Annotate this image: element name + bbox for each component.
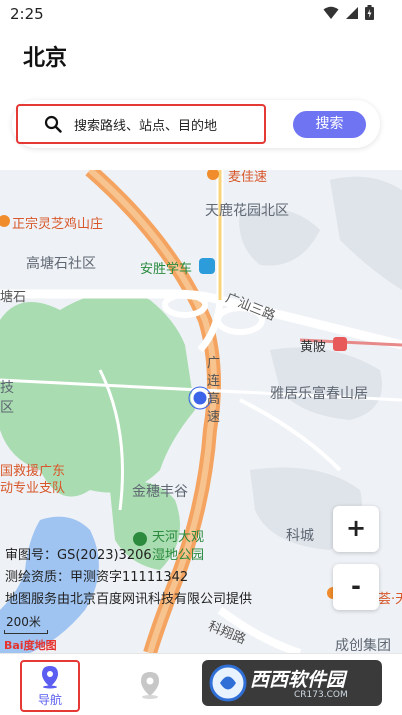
map-label-community: 高塘石社区 [26, 256, 96, 272]
zoom-in-button[interactable]: + [333, 506, 379, 552]
baidu-logo: Bai度地图 [4, 639, 57, 652]
watermark-text: 西西软件园 [250, 669, 346, 691]
page-title: 北京 [23, 46, 68, 71]
map-label-top-poi: 麦佳速 [228, 170, 268, 185]
map-label-edge-ji: 技 [0, 380, 14, 396]
review-number: 审图号：GS(2023)3206 [5, 548, 152, 563]
watermark-url: CR173.COM [294, 690, 348, 700]
scale-bar [4, 630, 48, 634]
watermark-logo: 西西软件园 CR173.COM [202, 660, 382, 706]
map-label-bottom-right: 成创集团 [335, 638, 391, 653]
location-pin-icon [42, 665, 58, 688]
map-label-right-edge: 荟·天 [378, 592, 402, 607]
app-screen: 2:25 北京 搜索路线、站点、目的地 搜索 麦佳速 天鹿花园北区 正宗灵芝鸡山… [0, 0, 402, 715]
map-label-huangpi: 黄陂 [300, 340, 327, 355]
map-pin-icon [141, 672, 159, 699]
nav-tab-navigate[interactable]: 导航 [20, 660, 80, 712]
map-label-expressway: 广连高速 [207, 356, 221, 425]
map-label-kecheng: 科城 [286, 528, 314, 544]
map-label-yaju: 雅居乐富春山居 [270, 386, 368, 402]
map-label-residential-north: 天鹿花园北区 [205, 203, 289, 219]
bottom-nav: 导航 西西软件园 CR173.COM [0, 653, 402, 715]
search-icon [42, 113, 64, 135]
search-placeholder: 搜索路线、站点、目的地 [74, 118, 218, 134]
wifi-icon [323, 6, 339, 19]
map-provider: 地图服务由北京百度网讯科技有限公司提供 [5, 592, 253, 607]
status-time: 2:25 [10, 5, 44, 23]
map-label-poi-left: 正宗灵芝鸡山庄 [12, 217, 104, 232]
nav-tab-navigate-label: 导航 [37, 692, 62, 707]
map-label-tianhe-1: 天河大观 [152, 530, 205, 545]
map-label-jinsui: 金穗丰谷 [132, 484, 188, 500]
map-label-rescue-2: 动专业支队 [0, 481, 66, 496]
status-icons [323, 5, 374, 20]
battery-icon [365, 5, 374, 20]
search-input[interactable]: 搜索路线、站点、目的地 [16, 104, 266, 144]
signal-icon [346, 6, 358, 19]
map-label-road-left: 塘石 [0, 290, 27, 305]
map-label-school: 安胜学车 [140, 262, 193, 277]
scale-label: 200米 [6, 615, 41, 629]
status-bar: 2:25 [0, 0, 402, 28]
zoom-out-button[interactable]: - [333, 564, 379, 610]
search-button[interactable]: 搜索 [293, 111, 366, 138]
map-view[interactable]: 麦佳速 天鹿花园北区 正宗灵芝鸡山庄 高塘石社区 安胜学车 塘石 广汕三路 黄陂… [0, 170, 402, 653]
map-label-edge-qu: 区 [0, 400, 14, 416]
survey-qualification: 测绘资质：甲测资字11111342 [5, 570, 189, 585]
map-copyright: 审图号：GS(2023)3206 测绘资质：甲测资字11111342 地图服务由… [5, 545, 252, 611]
nav-tab-location[interactable] [138, 670, 162, 700]
